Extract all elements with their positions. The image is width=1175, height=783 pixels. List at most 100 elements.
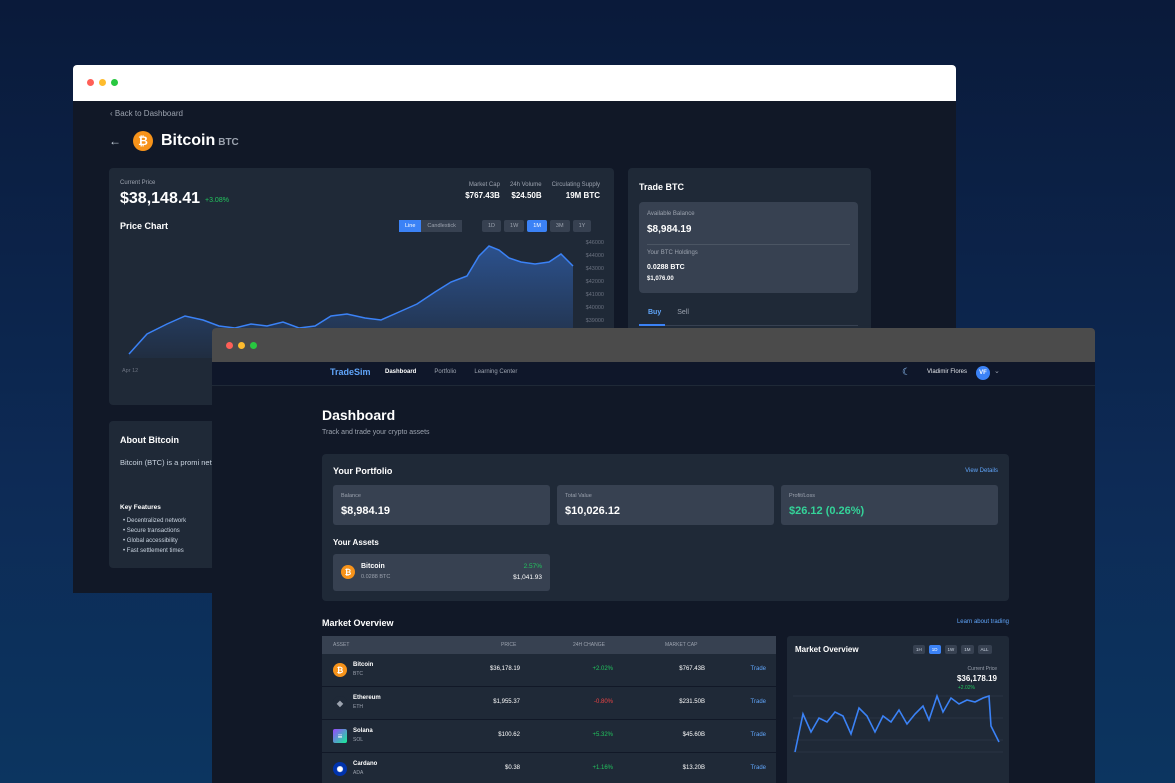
- list-item: Fast settlement times: [123, 546, 186, 556]
- view-details-link[interactable]: View Details: [965, 468, 998, 474]
- key-features-title: Key Features: [120, 504, 161, 511]
- trade-button[interactable]: Trade: [751, 699, 766, 705]
- features-list: Decentralized network Secure transaction…: [123, 516, 186, 556]
- stat-volume: 24h Volume $24.50B: [509, 182, 542, 200]
- nav-dashboard[interactable]: Dashboard: [385, 369, 416, 375]
- holdings-usd: $1,076.00: [647, 276, 674, 282]
- asset-change: 2.57%: [523, 563, 542, 570]
- arrow-left-icon[interactable]: ←: [109, 134, 121, 148]
- mini-range-toggle: 1H 1D 1W 1M ALL: [913, 645, 992, 654]
- bitcoin-icon: ₿: [333, 663, 347, 677]
- back-to-dashboard-link[interactable]: ‹ Back to Dashboard: [110, 109, 183, 118]
- balance-card: Balance $8,984.19: [333, 485, 550, 525]
- range-1y[interactable]: 1Y: [572, 220, 592, 232]
- profit-loss-card: Profit/Loss $26.12 (0.26%): [781, 485, 998, 525]
- available-balance: $8,984.19: [647, 224, 692, 235]
- chart-type-toggle: Line Candlestick: [399, 220, 462, 232]
- holdings-btc: 0.0288 BTC: [647, 264, 685, 271]
- close-dot[interactable]: [87, 79, 94, 86]
- mini-price-line: [794, 693, 1000, 753]
- trade-button[interactable]: Trade: [751, 732, 766, 738]
- trade-button[interactable]: Trade: [751, 666, 766, 672]
- window-titlebar: [212, 328, 1095, 362]
- trade-tabs: Buy Sell: [648, 309, 689, 316]
- asset-value: $1,041.93: [513, 574, 542, 581]
- chart-type-candlestick[interactable]: Candlestick: [421, 220, 462, 232]
- top-nav: TradeSim Dashboard Portfolio Learning Ce…: [212, 362, 1095, 386]
- coin-header: ← ₿ Bitcoin BTC: [109, 131, 239, 151]
- page-title: Dashboard: [322, 407, 396, 423]
- minimize-dot[interactable]: [99, 79, 106, 86]
- brand-logo[interactable]: TradeSim: [330, 367, 371, 377]
- table-row: ₿ Bitcoin BTC $36,178.19 +2.02% $767.43B…: [322, 654, 776, 687]
- available-balance-label: Available Balance: [647, 211, 695, 217]
- cardano-icon: ✺: [333, 762, 347, 776]
- balance-box: Available Balance $8,984.19 Your BTC Hol…: [639, 202, 858, 293]
- range-1m[interactable]: 1M: [527, 220, 547, 232]
- y-axis-labels: $46000 $44000 $43000 $42000 $41000 $4000…: [585, 240, 604, 324]
- trade-title: Trade BTC: [639, 182, 685, 192]
- avatar[interactable]: VF: [976, 366, 990, 380]
- learn-trading-link[interactable]: Learn about trading: [957, 619, 1009, 625]
- range-1d[interactable]: 1D: [928, 645, 941, 654]
- range-1w[interactable]: 1W: [944, 645, 958, 654]
- range-1w[interactable]: 1W: [504, 220, 525, 232]
- mini-chart-title: Market Overview: [795, 645, 859, 654]
- page-subtitle: Track and trade your crypto assets: [322, 429, 430, 436]
- coin-stats: Market Cap $767.43B 24h Volume $24.50B Cir…: [465, 182, 600, 200]
- coin-name: Bitcoin BTC: [161, 132, 239, 149]
- list-item: Decentralized network: [123, 516, 186, 526]
- solana-icon: ≡: [333, 729, 347, 743]
- chart-type-line[interactable]: Line: [399, 220, 422, 232]
- nav-portfolio[interactable]: Portfolio: [434, 369, 456, 375]
- range-1h[interactable]: 1H: [913, 645, 925, 654]
- current-price: $38,148.41: [120, 190, 201, 207]
- range-1d[interactable]: 1D: [482, 220, 502, 232]
- active-tab-indicator: [639, 324, 665, 326]
- mini-chart-panel: Market Overview 1H 1D 1W 1M ALL Current …: [787, 636, 1009, 783]
- mini-current-price: $36,178.19: [956, 674, 997, 683]
- table-row: ≡ Solana SOL $100.62 +5.32% $45.60B Trad…: [322, 720, 776, 753]
- price-chart-title: Price Chart: [120, 221, 169, 231]
- your-assets-title: Your Assets: [333, 538, 379, 547]
- portfolio-title: Your Portfolio: [333, 466, 393, 476]
- maximize-dot[interactable]: [250, 342, 257, 349]
- stat-supply: Circulating Supply 19M BTC: [551, 182, 600, 200]
- nav-links: Dashboard Portfolio Learning Center: [385, 369, 517, 375]
- portfolio-panel: Your Portfolio View Details Balance $8,9…: [322, 454, 1009, 601]
- price-change: +3.08%: [205, 197, 229, 204]
- stat-market-cap: Market Cap $767.43B: [465, 182, 500, 200]
- window-controls: [87, 79, 118, 86]
- trade-button[interactable]: Trade: [751, 765, 766, 771]
- nav-learning-center[interactable]: Learning Center: [474, 369, 517, 375]
- bitcoin-icon: ₿: [341, 565, 355, 579]
- user-name[interactable]: Vladimir Flores: [927, 369, 967, 375]
- market-table: ASSET PRICE 24H CHANGE MARKET CAP ₿ Bitc…: [322, 636, 776, 783]
- market-overview-title: Market Overview: [322, 618, 394, 628]
- mini-price-chart: [793, 693, 1003, 753]
- minimize-dot[interactable]: [238, 342, 245, 349]
- x-axis-first-date: Apr 12: [122, 368, 139, 374]
- window-controls: [226, 342, 257, 349]
- range-1m[interactable]: 1M: [961, 645, 974, 654]
- tab-buy[interactable]: Buy: [648, 309, 661, 316]
- mini-current-price-label: Current Price: [967, 666, 997, 672]
- chevron-down-icon[interactable]: ⌄: [994, 367, 1000, 375]
- maximize-dot[interactable]: [111, 79, 118, 86]
- range-all[interactable]: ALL: [977, 645, 992, 654]
- total-value-card: Total Value $10,026.12: [557, 485, 774, 525]
- asset-name: Bitcoin: [361, 563, 385, 570]
- list-item: Global accessibility: [123, 536, 186, 546]
- coin-symbol: BTC: [218, 137, 239, 148]
- range-toggle: 1D 1W 1M 3M 1Y: [479, 220, 592, 232]
- window-titlebar: [73, 65, 956, 101]
- current-price-label: Current Price: [120, 180, 156, 186]
- asset-card-bitcoin[interactable]: ₿ Bitcoin 0.0288 BTC 2.57% $1,041.93: [333, 554, 550, 591]
- bitcoin-icon: ₿: [133, 131, 153, 151]
- dashboard-window: TradeSim Dashboard Portfolio Learning Ce…: [212, 328, 1095, 783]
- tab-sell[interactable]: Sell: [677, 309, 689, 316]
- trade-panel: Trade BTC Available Balance $8,984.19 Yo…: [628, 168, 871, 338]
- close-dot[interactable]: [226, 342, 233, 349]
- moon-icon[interactable]: ☾: [902, 367, 911, 378]
- range-3m[interactable]: 3M: [549, 220, 570, 232]
